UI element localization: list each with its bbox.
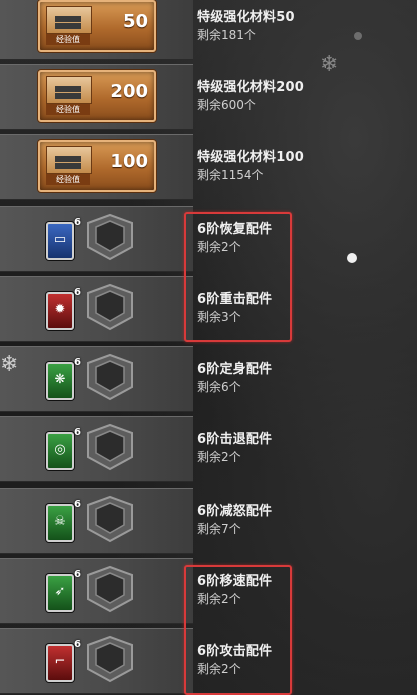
item-name: 6阶击退配件 bbox=[197, 432, 273, 447]
level-badge: 6 bbox=[74, 639, 81, 650]
gun-icon bbox=[55, 86, 81, 92]
item-info: 6阶击退配件 剩余2个 bbox=[197, 416, 407, 482]
box-tag: 经验值 bbox=[46, 34, 90, 45]
part-base-icon bbox=[87, 565, 133, 613]
item-name: 6阶减怒配件 bbox=[197, 504, 273, 519]
list-item[interactable]: ▭ 6 bbox=[0, 206, 193, 272]
item-count: 剩余1154个 bbox=[197, 168, 264, 182]
highlight-frame bbox=[184, 565, 292, 695]
box-tag: 经验值 bbox=[46, 174, 90, 185]
part-base-icon bbox=[87, 283, 133, 331]
level-badge: 6 bbox=[74, 427, 81, 438]
snow-particle bbox=[354, 32, 362, 40]
knockback-icon: ◎ 6 bbox=[46, 427, 81, 470]
item-name: 6阶定身配件 bbox=[197, 362, 273, 377]
recovery-icon: ▭ 6 bbox=[46, 217, 81, 260]
freeze-icon: ❋ 6 bbox=[46, 357, 81, 400]
box-tag: 经验值 bbox=[46, 104, 90, 115]
material-box-icon: 经验值 100 bbox=[38, 140, 156, 192]
material-box-icon: 经验值 50 bbox=[38, 0, 156, 52]
list-item[interactable]: ➶ 6 bbox=[0, 558, 193, 624]
item-count: 剩余2个 bbox=[197, 450, 241, 464]
move-speed-icon: ➶ 6 bbox=[46, 569, 81, 612]
list-item[interactable]: ⌐ 6 bbox=[0, 628, 193, 694]
rage-reduce-icon: ☠ 6 bbox=[46, 499, 81, 542]
item-info: 特级强化材料100 剩余1154个 bbox=[197, 134, 407, 200]
snow-particle bbox=[347, 253, 357, 263]
item-name: 特级强化材料200 bbox=[197, 80, 304, 95]
part-base-icon bbox=[87, 495, 133, 543]
part-base-icon bbox=[87, 213, 133, 261]
list-item[interactable]: ❋ 6 bbox=[0, 346, 193, 412]
item-name: 特级强化材料50 bbox=[197, 10, 295, 25]
snowflake-icon: ❄ bbox=[320, 52, 339, 77]
item-info: 特级强化材料50 剩余181个 bbox=[197, 0, 407, 60]
item-count: 剩余6个 bbox=[197, 380, 241, 394]
box-value: 200 bbox=[110, 81, 148, 102]
level-badge: 6 bbox=[74, 287, 81, 298]
part-base-icon bbox=[87, 635, 133, 683]
item-info: 6阶定身配件 剩余6个 bbox=[197, 346, 407, 412]
list-item[interactable]: ◎ 6 bbox=[0, 416, 193, 482]
item-info: 6阶减怒配件 剩余7个 bbox=[197, 488, 407, 554]
item-count: 剩余7个 bbox=[197, 522, 241, 536]
gun-icon bbox=[55, 156, 81, 162]
item-name: 特级强化材料100 bbox=[197, 150, 304, 165]
list-item[interactable]: 经验值 200 bbox=[0, 64, 193, 130]
gun-icon bbox=[55, 16, 81, 22]
snowflake-icon: ❄ bbox=[0, 352, 19, 377]
item-info: 特级强化材料200 剩余600个 bbox=[197, 64, 407, 130]
item-count: 剩余181个 bbox=[197, 28, 256, 42]
highlight-frame bbox=[184, 212, 292, 342]
box-value: 100 bbox=[110, 151, 148, 172]
list-item[interactable]: ✹ 6 bbox=[0, 276, 193, 342]
level-badge: 6 bbox=[74, 569, 81, 580]
list-item[interactable]: 经验值 100 bbox=[0, 134, 193, 200]
part-base-icon bbox=[87, 353, 133, 401]
material-box-icon: 经验值 200 bbox=[38, 70, 156, 122]
level-badge: 6 bbox=[74, 217, 81, 228]
list-item[interactable]: 经验值 50 bbox=[0, 0, 193, 60]
box-value: 50 bbox=[122, 11, 148, 32]
level-badge: 6 bbox=[74, 357, 81, 368]
attack-icon: ⌐ 6 bbox=[46, 639, 81, 682]
item-count: 剩余600个 bbox=[197, 98, 256, 112]
part-base-icon bbox=[87, 423, 133, 471]
list-item[interactable]: ☠ 6 bbox=[0, 488, 193, 554]
level-badge: 6 bbox=[74, 499, 81, 510]
heavy-strike-icon: ✹ 6 bbox=[46, 287, 81, 330]
